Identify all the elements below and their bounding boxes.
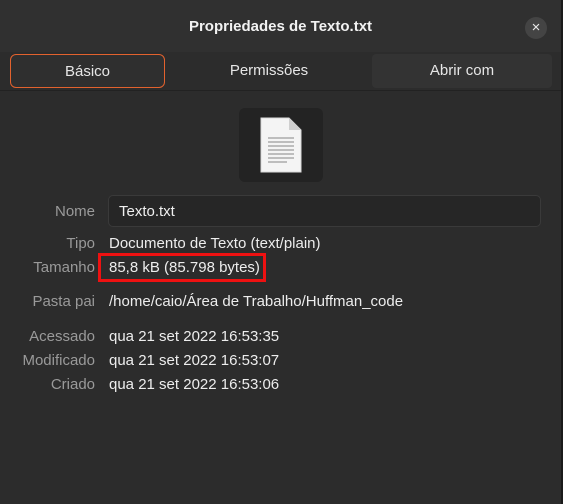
tab-divider [0, 90, 561, 91]
size-highlight-box [98, 253, 266, 282]
name-field[interactable] [108, 195, 541, 227]
parent-folder-label: Pasta pai [32, 293, 95, 310]
name-label: Nome [54, 203, 95, 220]
tab-bar: Básico Permissões Abrir com [0, 52, 561, 90]
created-label: Criado [50, 376, 95, 393]
tab-permissoes[interactable]: Permissões [185, 54, 353, 88]
close-button[interactable]: × [525, 17, 547, 39]
tab-basico[interactable]: Básico [10, 54, 165, 88]
close-icon: × [531, 19, 541, 36]
title-bar: Propriedades de Texto.txt × [0, 0, 561, 52]
window-title: Propriedades de Texto.txt [188, 18, 373, 35]
properties-dialog: Propriedades de Texto.txt × Básico Permi… [0, 0, 563, 504]
modified-value: qua 21 set 2022 16:53:07 [109, 352, 280, 369]
accessed-label: Acessado [29, 328, 95, 345]
accessed-value: qua 21 set 2022 16:53:35 [109, 328, 280, 345]
file-preview [239, 108, 323, 182]
text-document-icon [260, 117, 302, 173]
type-label: Tipo [66, 235, 95, 252]
tab-abrir-com[interactable]: Abrir com [372, 54, 552, 88]
type-value: Documento de Texto (text/plain) [109, 235, 321, 252]
parent-folder-value[interactable]: /home/caio/Área de Trabalho/Huffman_code [109, 293, 403, 310]
modified-label: Modificado [22, 352, 95, 369]
created-value: qua 21 set 2022 16:53:06 [109, 376, 280, 393]
size-label: Tamanho [33, 259, 95, 276]
